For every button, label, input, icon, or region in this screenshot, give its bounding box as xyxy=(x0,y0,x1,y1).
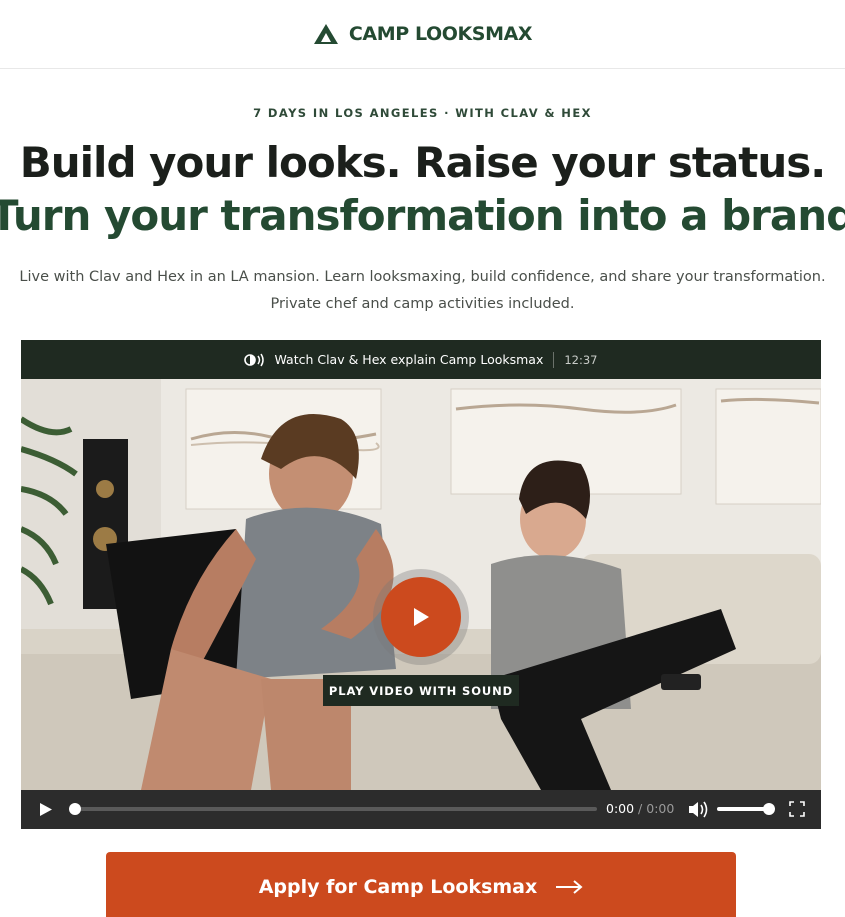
video-player[interactable]: Watch Clav & Hex explain Camp Looksmax 1… xyxy=(21,340,821,829)
video-title: Watch Clav & Hex explain Camp Looksmax xyxy=(274,352,544,367)
video-thumbnail[interactable]: PLAY VIDEO WITH SOUND xyxy=(21,379,821,790)
video-controls-graphics xyxy=(40,801,805,818)
progress-scrubber[interactable] xyxy=(69,803,81,815)
total-time: 0:00 xyxy=(646,801,675,816)
hero-headline-accent: Turn your transformation into a brand xyxy=(0,191,845,240)
video-header-bar: Watch Clav & Hex explain Camp Looksmax 1… xyxy=(21,340,821,379)
fullscreen-icon[interactable] xyxy=(789,801,805,817)
triangle-tent-icon xyxy=(313,24,338,44)
progress-track[interactable] xyxy=(75,807,597,811)
apply-button[interactable]: Apply for Camp Looksmax xyxy=(106,852,736,917)
hero-subtext: Live with Clav and Hex in an LA mansion.… xyxy=(0,264,845,318)
hero-kicker: 7 DAYS IN LOS ANGELES · WITH CLAV & HEX xyxy=(253,106,592,120)
video-duration: 12:37 xyxy=(564,352,598,367)
volume-slider-knob[interactable] xyxy=(763,803,775,815)
hero-subtext-line-1: Live with Clav and Hex in an LA mansion.… xyxy=(19,269,826,285)
hero-subtext-line-2: Private chef and camp activities include… xyxy=(270,296,575,312)
play-with-sound-label[interactable]: PLAY VIDEO WITH SOUND xyxy=(323,675,519,706)
time-separator: / xyxy=(634,801,647,816)
hero-headline: Build your looks. Raise your status. xyxy=(19,138,826,187)
controls-play-icon[interactable] xyxy=(40,803,52,816)
apply-button-label: Apply for Camp Looksmax xyxy=(258,876,538,898)
video-time: 0:00 / 0:00 xyxy=(606,801,674,816)
site-header: CAMP LOOKSMAX xyxy=(0,0,845,69)
volume-icon[interactable] xyxy=(689,801,708,818)
brand-link[interactable]: CAMP LOOKSMAX xyxy=(313,23,533,45)
play-icon xyxy=(414,608,429,626)
current-time: 0:00 xyxy=(606,801,635,816)
volume-track[interactable] xyxy=(717,807,769,811)
arrow-right-icon xyxy=(556,880,583,894)
sound-icon xyxy=(244,353,265,366)
brand-name: CAMP LOOKSMAX xyxy=(348,23,533,45)
big-play-button[interactable] xyxy=(381,577,461,657)
video-controls: 0:00 / 0:00 xyxy=(21,790,821,829)
divider xyxy=(553,351,555,368)
